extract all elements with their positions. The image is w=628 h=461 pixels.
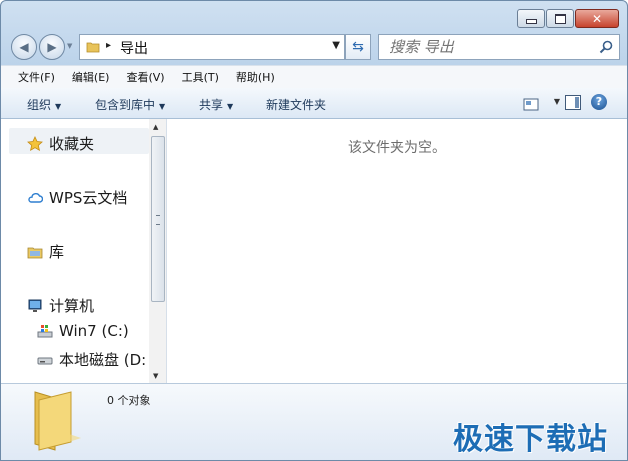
share-label: 共享 [199,98,224,112]
sidebar-item-drive-d[interactable]: 本地磁盘 (D: [37,349,146,370]
sidebar-item-label: WPS云文档 [49,189,128,207]
sidebar-item-computer[interactable]: 计算机 [27,295,94,316]
empty-folder-message: 该文件夹为空。 [348,140,446,156]
folder-icon [31,388,85,458]
close-icon: ✕ [591,11,603,26]
drive-c-icon [37,323,53,339]
refresh-button[interactable]: ⇆ [345,34,371,60]
file-list-area[interactable]: 该文件夹为空。 [167,119,627,383]
cloud-icon [27,190,43,206]
sidebar-item-label: 计算机 [49,297,95,315]
menu-help[interactable]: 帮助(H) [236,69,275,85]
menu-file[interactable]: 文件(F) [18,69,55,85]
chevron-down-icon: ▼ [227,102,234,111]
help-button[interactable]: ? [591,94,607,110]
caption-buttons: ✕ [517,9,619,28]
sidebar-item-label: Win7 (C:) [59,322,129,340]
recent-pages-dropdown[interactable]: ▼ [67,42,72,50]
menu-tools[interactable]: 工具(T) [182,69,219,85]
maximize-button[interactable] [546,9,574,28]
change-view-button[interactable] [523,96,539,115]
menu-bar: 文件(F) 编辑(E) 查看(V) 工具(T) 帮助(H) [1,65,627,89]
item-count: 0 个对象 [107,394,151,407]
new-folder-button[interactable]: 新建文件夹 [266,96,326,113]
minimize-icon [525,19,537,24]
sidebar-item-library[interactable]: 库 [27,241,64,262]
refresh-icon: ⇆ [352,39,364,55]
address-bar[interactable]: ▸ 导出 ▼ [79,34,345,60]
sidebar-item-label: 本地磁盘 (D: [59,351,147,369]
search-icon[interactable] [599,39,613,58]
sidebar-item-label: 库 [49,243,65,261]
view-options-dropdown[interactable]: ▼ [554,97,560,106]
preview-pane-button[interactable] [565,95,581,110]
navigation-bar: ◀ ▶ ▼ ▸ 导出 ▼ ⇆ [1,31,627,65]
back-arrow-icon: ◀ [19,40,29,54]
back-button[interactable]: ◀ [11,34,37,60]
chevron-down-icon: ▼ [55,102,62,111]
folder-icon [86,39,100,58]
explorer-window: ✕ ◀ ▶ ▼ ▸ 导出 ▼ ⇆ 文件(F) [0,0,628,461]
organize-button[interactable]: 组织 ▼ [27,96,61,113]
organize-label: 组织 [27,98,52,112]
chevron-down-icon: ▼ [159,102,166,111]
watermark-text: 极速下载站 [453,422,608,457]
search-input[interactable] [387,37,591,57]
command-bar: 组织 ▼ 包含到库中 ▼ 共享 ▼ 新建文件夹 ▼ ? [1,88,627,119]
sidebar-item-wps-cloud[interactable]: WPS云文档 [27,187,127,208]
scroll-up-icon[interactable]: ▲ [153,123,158,131]
address-dropdown-icon[interactable]: ▼ [332,40,340,51]
forward-arrow-icon: ▶ [47,40,57,54]
computer-icon [27,298,43,314]
sidebar-item-drive-c[interactable]: Win7 (C:) [37,322,129,340]
scrollbar-thumb[interactable] [151,136,165,302]
sidebar-item-label: 收藏夹 [49,135,95,153]
breadcrumb-separator[interactable]: ▸ [106,40,111,51]
search-box[interactable] [378,34,620,60]
details-pane: 0 个对象 极速下载站 [1,383,627,460]
include-in-library-label: 包含到库中 [95,98,156,112]
menu-edit[interactable]: 编辑(E) [72,69,110,85]
breadcrumb-current[interactable]: 导出 [120,38,148,58]
scroll-down-icon[interactable]: ▼ [153,372,158,380]
star-icon [27,135,43,152]
sidebar-item-favorites[interactable]: 收藏夹 [27,133,94,154]
drive-d-icon [37,352,53,368]
view-icon [523,98,539,111]
forward-button[interactable]: ▶ [39,34,65,60]
scrollbar-grip [156,215,160,225]
share-button[interactable]: 共享 ▼ [199,96,233,113]
maximize-icon [554,13,566,24]
library-icon [27,244,43,260]
close-button[interactable]: ✕ [575,9,619,28]
menu-view[interactable]: 查看(V) [126,69,164,85]
include-in-library-button[interactable]: 包含到库中 ▼ [95,96,165,113]
navigation-pane: 收藏夹 WPS云文档 库 计算机 Win7 (C:) 本地磁盘 (D: ▲ ▼ [1,119,167,383]
minimize-button[interactable] [517,9,545,28]
navigation-scrollbar[interactable]: ▲ ▼ [149,119,166,383]
